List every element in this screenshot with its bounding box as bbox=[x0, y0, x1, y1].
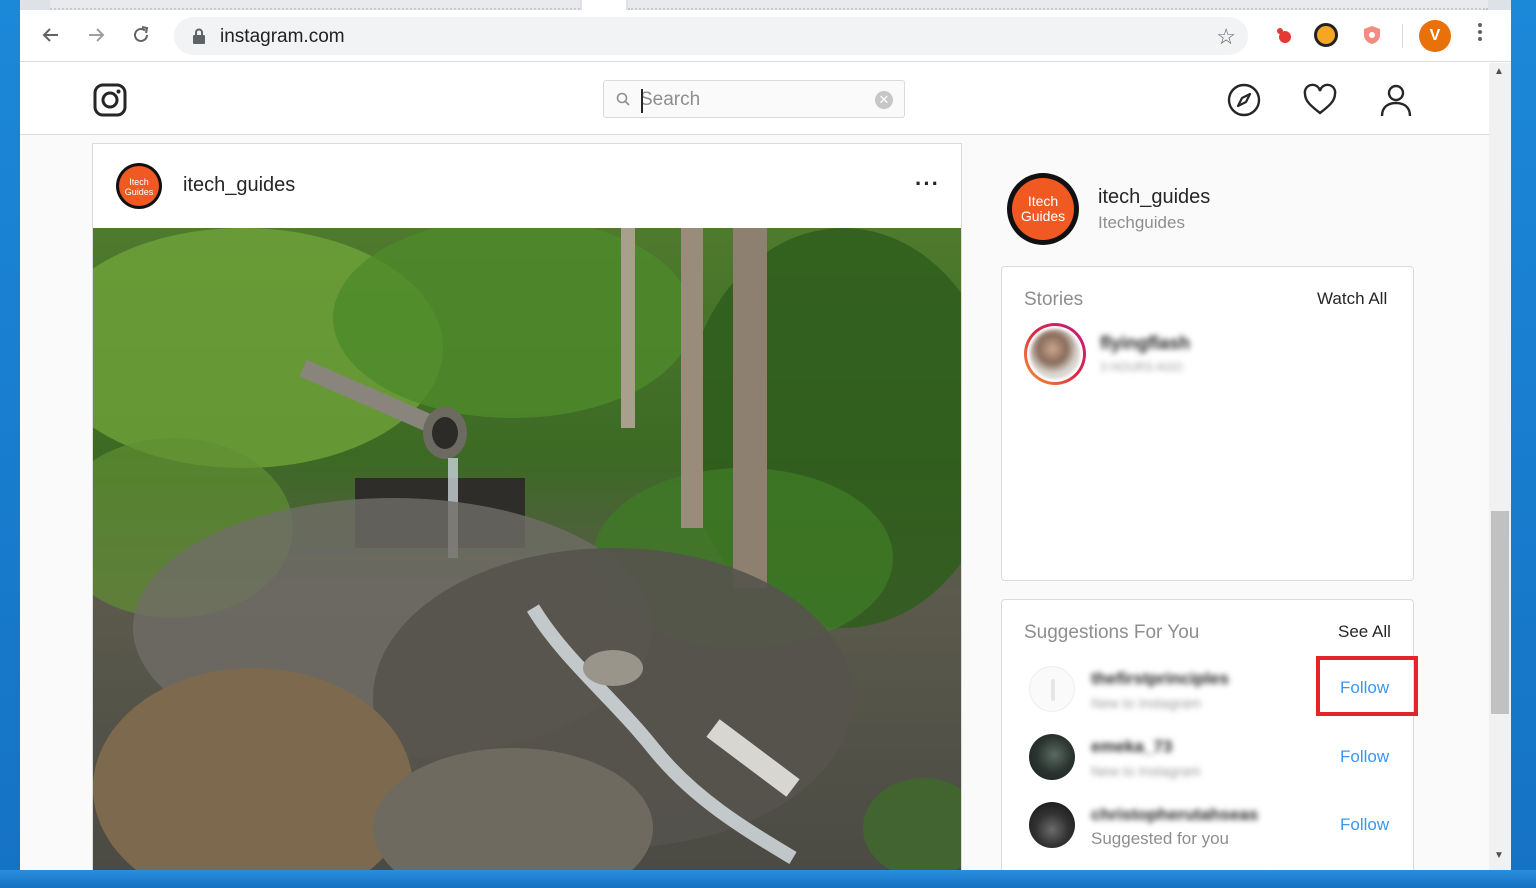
my-fullname: Itechguides bbox=[1098, 213, 1185, 232]
stories-panel: Stories Watch All bbox=[1001, 266, 1414, 581]
bookmark-star-icon[interactable]: ☆ bbox=[1216, 24, 1236, 50]
suggestion-username[interactable]: christopherutahseas bbox=[1091, 805, 1258, 825]
placeholder-avatar-icon bbox=[1051, 679, 1055, 701]
instagram-logo-icon[interactable] bbox=[93, 83, 127, 117]
suggestion-subtitle: New to Instagram bbox=[1091, 763, 1201, 779]
my-profile-avatar[interactable]: Itech Guides bbox=[1007, 173, 1079, 245]
tab-inactive[interactable] bbox=[50, 0, 580, 10]
desktop-background-left bbox=[0, 0, 20, 888]
arrow-left-icon bbox=[42, 28, 58, 42]
story-avatar-image bbox=[1030, 329, 1080, 379]
tab-inactive[interactable] bbox=[628, 0, 1488, 10]
url-text: instagram.com bbox=[220, 26, 345, 47]
back-button[interactable] bbox=[38, 22, 64, 48]
desktop-background-right bbox=[1511, 0, 1536, 888]
suggestion-subtitle: New to Instagram bbox=[1091, 695, 1201, 711]
forward-button[interactable] bbox=[83, 22, 109, 48]
my-username[interactable]: itech_guides bbox=[1098, 186, 1210, 209]
post-header: Itech Guides itech_guides ··· bbox=[93, 144, 961, 228]
clear-search-icon[interactable]: ✕ bbox=[875, 91, 893, 109]
follow-button[interactable]: Follow bbox=[1340, 747, 1389, 767]
profile-avatar[interactable]: V bbox=[1419, 20, 1451, 52]
page-viewport: ✕ Itech Guides itech_guides ··· bbox=[20, 63, 1489, 870]
story-avatar[interactable] bbox=[1024, 323, 1086, 385]
search-icon bbox=[616, 92, 630, 106]
suggestion-username[interactable]: thefirstprinciples bbox=[1091, 669, 1229, 689]
post-photo[interactable] bbox=[93, 228, 961, 870]
address-bar[interactable]: instagram.com ☆ bbox=[174, 17, 1248, 55]
desktop-taskbar-edge bbox=[0, 870, 1536, 888]
arrow-right-icon bbox=[89, 28, 105, 42]
suggestion-subtitle: Suggested for you bbox=[1091, 829, 1229, 848]
post-card: Itech Guides itech_guides ··· bbox=[92, 143, 962, 870]
text-caret bbox=[641, 89, 643, 113]
highlight-annotation-box bbox=[1316, 656, 1418, 716]
toolbar-divider bbox=[1402, 24, 1403, 48]
stories-title: Stories bbox=[1024, 289, 1084, 310]
reload-icon bbox=[134, 26, 149, 42]
suggestions-title: Suggestions For You bbox=[1024, 622, 1200, 643]
search-box[interactable]: ✕ bbox=[603, 80, 905, 118]
post-author-avatar[interactable]: Itech Guides bbox=[116, 163, 162, 209]
suggestion-avatar[interactable] bbox=[1029, 734, 1075, 780]
avatar-logo-text: Itech Guides bbox=[1012, 178, 1074, 240]
extension-basketball-icon[interactable] bbox=[1314, 23, 1338, 47]
suggestion-username[interactable]: emeka_73 bbox=[1091, 737, 1172, 757]
compass-explore-icon[interactable] bbox=[1227, 83, 1261, 117]
suggestion-avatar[interactable] bbox=[1029, 802, 1075, 848]
browser-menu-button[interactable] bbox=[1470, 22, 1490, 42]
forest-stream-photo bbox=[93, 228, 961, 870]
watch-all-link[interactable]: Watch All bbox=[1317, 289, 1387, 309]
instagram-header: ✕ bbox=[20, 63, 1489, 135]
browser-toolbar: instagram.com ☆ V bbox=[20, 10, 1511, 62]
reload-button[interactable] bbox=[128, 22, 154, 48]
avatar-logo-text: Itech Guides bbox=[119, 166, 159, 206]
browser-window: instagram.com ☆ V ✕ bbox=[20, 0, 1511, 870]
scroll-up-arrow-icon[interactable]: ▲ bbox=[1494, 66, 1504, 77]
kebab-menu-icon bbox=[1478, 23, 1482, 41]
tab-strip bbox=[20, 0, 1511, 12]
lock-icon bbox=[193, 28, 205, 44]
extension-red-icon[interactable] bbox=[1272, 23, 1296, 47]
post-username[interactable]: itech_guides bbox=[183, 174, 295, 197]
search-input[interactable] bbox=[640, 88, 870, 112]
profile-person-icon[interactable] bbox=[1379, 83, 1413, 117]
scrollbar-thumb[interactable] bbox=[1491, 511, 1509, 714]
page-scrollbar[interactable] bbox=[1489, 63, 1511, 870]
see-all-link[interactable]: See All bbox=[1338, 622, 1391, 642]
follow-button[interactable]: Follow bbox=[1340, 815, 1389, 835]
suggestion-avatar[interactable] bbox=[1029, 666, 1075, 712]
story-username[interactable]: flyingflash bbox=[1100, 333, 1190, 354]
heart-activity-icon[interactable] bbox=[1303, 83, 1337, 117]
extension-shield-icon[interactable] bbox=[1360, 23, 1384, 47]
scroll-down-arrow-icon[interactable]: ▼ bbox=[1494, 850, 1504, 861]
story-time: 3 HOURS AGO bbox=[1100, 360, 1183, 374]
post-options-button[interactable]: ··· bbox=[915, 171, 940, 197]
